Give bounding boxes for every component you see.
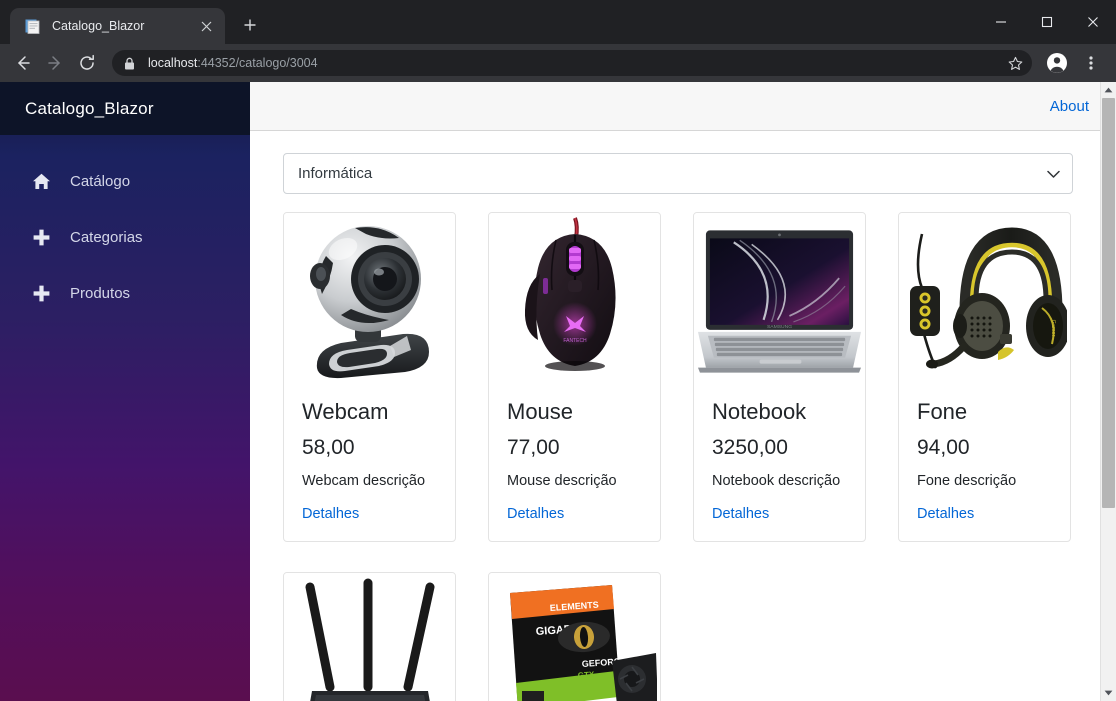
- product-card-body: Mouse 77,00 Mouse descrição Detalhes: [489, 390, 660, 541]
- product-card[interactable]: SAMSUNG Notebook 3250,00 Notebook descri…: [693, 212, 866, 542]
- maximize-button[interactable]: [1024, 0, 1070, 44]
- product-card[interactable]: FANTECH Mouse 77,00 Mouse descrição Deta…: [488, 212, 661, 542]
- category-filter: Informática: [283, 153, 1073, 194]
- product-card[interactable]: Webcam 58,00 Webcam descrição Detalhes: [283, 212, 456, 542]
- app-brand-title: Catalogo_Blazor: [25, 98, 154, 118]
- window-controls: [978, 0, 1116, 44]
- address-host: localhost: [148, 56, 198, 70]
- product-card-body: Fone 94,00 Fone descrição Detalhes: [899, 390, 1070, 541]
- product-card[interactable]: ELEMENTS GIGABYTE GEFORCE GTX: [488, 571, 661, 701]
- notebook-image: SAMSUNG: [694, 213, 865, 390]
- close-icon[interactable]: [196, 16, 216, 36]
- sidebar-item-label: Produtos: [70, 284, 131, 302]
- tab-strip: Catalogo_Blazor: [0, 0, 265, 44]
- plus-icon: [30, 228, 52, 247]
- new-tab-button[interactable]: [235, 10, 265, 40]
- router-image: [284, 572, 455, 701]
- arrow-left-icon[interactable]: [8, 48, 38, 78]
- page-content: Informática Webcam 58,00 Webcam descriçã…: [250, 131, 1116, 701]
- about-link[interactable]: About: [1050, 98, 1089, 115]
- page-viewport: Catalogo_Blazor Catálogo Categorias Prod…: [0, 82, 1116, 701]
- product-price: 77,00: [507, 435, 560, 459]
- home-icon: [30, 172, 52, 191]
- browser-titlebar: Catalogo_Blazor: [0, 0, 1116, 44]
- plus-icon: [30, 284, 52, 303]
- product-description: Notebook descrição: [712, 472, 841, 489]
- close-window-button[interactable]: [1070, 0, 1116, 44]
- headset-image: Gamer: [899, 213, 1070, 390]
- sidebar-item-categorias[interactable]: Categorias: [0, 209, 250, 265]
- svg-text:SAMSUNG: SAMSUNG: [767, 323, 792, 329]
- scroll-up-arrow-icon[interactable]: [1101, 82, 1116, 98]
- product-name: Notebook: [712, 399, 807, 424]
- product-description: Webcam descrição: [302, 472, 426, 489]
- browser-window: Catalogo_Blazor localhost:44352/catalogo…: [0, 0, 1116, 701]
- product-card-body: Webcam 58,00 Webcam descrição Detalhes: [284, 390, 455, 541]
- sidebar-item-label: Catálogo: [70, 172, 131, 190]
- product-name: Mouse: [507, 399, 574, 424]
- scrollbar-track[interactable]: [1101, 98, 1116, 685]
- page-scrollbar[interactable]: [1100, 82, 1116, 701]
- browser-toolbar: localhost:44352/catalogo/3004: [0, 44, 1116, 82]
- product-price: 3250,00: [712, 435, 788, 459]
- product-price: 94,00: [917, 435, 970, 459]
- webcam-image: [284, 213, 455, 390]
- browser-tab[interactable]: Catalogo_Blazor: [10, 8, 225, 44]
- sidebar-item-catalogo[interactable]: Catálogo: [0, 153, 250, 209]
- toolbar-right-cluster: [1042, 48, 1108, 78]
- svg-text:Gamer: Gamer: [1050, 319, 1056, 336]
- arrow-right-icon[interactable]: [40, 48, 70, 78]
- tab-title: Catalogo_Blazor: [52, 19, 145, 33]
- graphics-card-image: ELEMENTS GIGABYTE GEFORCE GTX: [489, 572, 660, 701]
- mouse-image: FANTECH: [489, 213, 660, 390]
- svg-text:GTX: GTX: [578, 670, 596, 680]
- star-icon[interactable]: [1004, 52, 1026, 74]
- sidebar-item-produtos[interactable]: Produtos: [0, 265, 250, 321]
- sidebar-item-label: Categorias: [70, 228, 143, 246]
- minimize-button[interactable]: [978, 0, 1024, 44]
- app-main: About Informática Webcam 58,00 Webcam de…: [250, 82, 1116, 701]
- product-description: Fone descrição: [917, 472, 1017, 489]
- product-card[interactable]: Gamer Fone 94,00 Fone descrição Detalhes: [898, 212, 1071, 542]
- address-bar-url: localhost:44352/catalogo/3004: [148, 56, 318, 70]
- product-price: 58,00: [302, 435, 355, 459]
- app-sidebar: Catalogo_Blazor Catálogo Categorias Prod…: [0, 82, 250, 701]
- app-topbar: About: [250, 82, 1116, 131]
- reload-icon[interactable]: [72, 48, 102, 78]
- product-card-body: Notebook 3250,00 Notebook descrição Deta…: [694, 390, 865, 541]
- product-name: Fone: [917, 399, 968, 424]
- scroll-down-arrow-icon[interactable]: [1101, 685, 1116, 701]
- sidebar-brand-bar[interactable]: Catalogo_Blazor: [0, 82, 250, 135]
- svg-text:FANTECH: FANTECH: [563, 338, 587, 344]
- address-path: :44352/catalogo/3004: [197, 56, 318, 70]
- product-card[interactable]: [283, 571, 456, 701]
- three-dot-menu-icon[interactable]: [1076, 48, 1106, 78]
- scrollbar-thumb[interactable]: [1102, 98, 1115, 508]
- sidebar-nav: Catálogo Categorias Produtos: [0, 135, 250, 321]
- page-document-icon: [24, 18, 41, 35]
- product-details-link[interactable]: Detalhes: [917, 506, 974, 522]
- address-bar[interactable]: localhost:44352/catalogo/3004: [112, 50, 1032, 76]
- product-grid: Webcam 58,00 Webcam descrição Detalhes F…: [283, 212, 1087, 701]
- category-select[interactable]: Informática: [283, 153, 1073, 194]
- product-name: Webcam: [302, 399, 389, 424]
- product-details-link[interactable]: Detalhes: [302, 506, 359, 522]
- product-details-link[interactable]: Detalhes: [712, 506, 769, 522]
- product-description: Mouse descrição: [507, 472, 617, 489]
- product-details-link[interactable]: Detalhes: [507, 506, 564, 522]
- profile-avatar-icon[interactable]: [1042, 48, 1072, 78]
- lock-icon: [124, 57, 138, 70]
